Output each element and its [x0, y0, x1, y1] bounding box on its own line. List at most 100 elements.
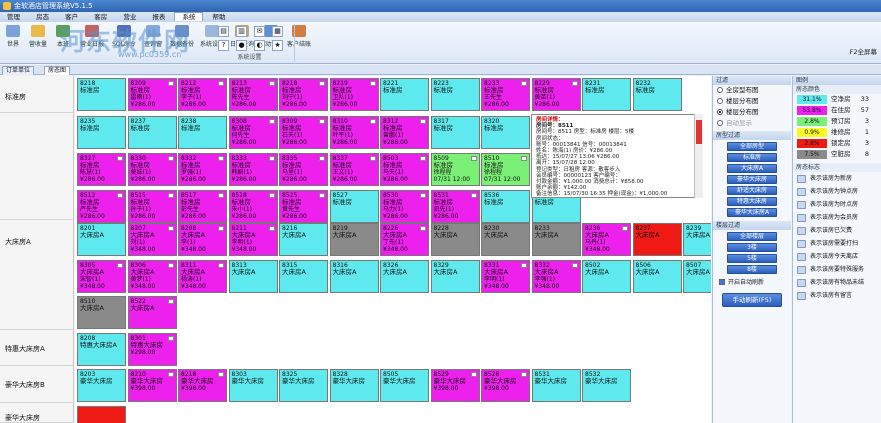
room-tile[interactable]: 8512 标准房 严先生 ¥286.00 — [77, 190, 126, 223]
room-tile[interactable]: 8233 标准房 王先生 ¥286.00 — [481, 78, 530, 111]
menu-item[interactable]: 管理 — [0, 12, 27, 22]
room-tile[interactable]: 8301 特惠大床房 ¥298.00 — [127, 333, 177, 366]
room-tile[interactable]: 8333 标准房 韩剧(1) ¥286.00 — [228, 153, 278, 186]
menu-item[interactable]: 营业 — [116, 12, 143, 22]
room-tile[interactable]: 8221 标准房 — [380, 78, 429, 111]
room-tile[interactable]: 8525 标准房 黄先生 ¥286.00 — [279, 190, 328, 223]
room-tile[interactable]: 8233 大床房A — [531, 223, 581, 256]
room-tile[interactable]: 8316 大床房A — [329, 260, 379, 293]
room-tile[interactable]: 8218 豪华大床房 ¥398.00 — [178, 369, 227, 402]
view-option-radio[interactable]: 全房型布图 — [713, 85, 791, 96]
room-tile[interactable]: 8230 大床房A — [481, 223, 530, 256]
floor-filter-button[interactable]: 全部楼层 — [727, 232, 777, 241]
scrollbar-thumb[interactable] — [696, 120, 702, 144]
room-tile[interactable]: 8509 标准房 徐程程 07/31 12:00 — [430, 153, 480, 186]
ribbon-button[interactable]: 营收量 — [27, 25, 49, 51]
room-tile[interactable]: 8201 大床房A — [77, 223, 126, 256]
room-tile[interactable]: 8325 豪华大床房 — [279, 369, 328, 402]
room-tile[interactable]: 8210 豪华大床房 ¥398.00 — [127, 369, 177, 402]
room-tile[interactable]: 8320 标准房 — [481, 116, 530, 149]
room-tile[interactable]: 8510 标准房 徐程程 07/31 12:00 — [481, 153, 530, 186]
tab-room-map[interactable]: 房态图 — [44, 66, 71, 75]
floor-filter-button[interactable]: 5楼 — [727, 254, 777, 263]
room-tile[interactable]: 8218 标准房 刘宁(1) ¥286.00 — [279, 78, 328, 111]
room-tile[interactable]: 8328 豪华大床房 — [329, 369, 379, 402]
room-tile[interactable]: 8502 大床房A — [582, 260, 631, 293]
room-tile[interactable]: 8237 大床房A — [632, 223, 682, 256]
room-type-filter-button[interactable]: 舒适大床房 — [727, 186, 777, 195]
menu-item[interactable]: 房态 — [29, 12, 56, 22]
room-tile[interactable]: 8213 标准房 陈先生 ¥286.00 — [228, 78, 278, 111]
room-tile[interactable]: 8330 标准房 莫妹(1) ¥286.00 — [127, 153, 177, 186]
manual-refresh-button[interactable]: 手动刷新(F5) — [722, 293, 782, 307]
room-tile[interactable]: 8531 豪华大床房 — [531, 369, 581, 402]
room-tile[interactable]: 8310 标准房 叶平(1) ¥286.00 — [329, 116, 379, 149]
room-tile[interactable]: 8317 标准房 — [430, 116, 480, 149]
room-tile[interactable]: 8332 大床房A 李强(1) ¥348.00 — [531, 260, 581, 293]
room-tile[interactable]: 8236 大床房A 马丹(1) ¥348.00 — [582, 223, 631, 256]
menu-item[interactable]: 客房 — [87, 12, 114, 22]
room-tile[interactable]: 8335 标准房 马里(1) ¥286.00 — [279, 153, 328, 186]
room-tile[interactable]: 8212 标准房 李子(1) ¥286.00 — [178, 78, 227, 111]
menu-item[interactable]: 客户 — [58, 12, 85, 22]
room-tile[interactable]: 8308 标准房 何先生 ¥286.00 — [228, 116, 278, 149]
room-tile[interactable]: 8207 大床房A 刘(1) ¥348.00 — [127, 223, 177, 256]
room-tile[interactable]: 8510 大床房A — [77, 296, 126, 329]
room-tile[interactable]: 8331 大床房A 李明(1) ¥348.00 — [481, 260, 530, 293]
room-tile[interactable]: 8208 大床房A 李(1) ¥348.00 — [178, 223, 227, 256]
room-tile[interactable]: 8309 标准房 石天(1) ¥286.00 — [279, 116, 328, 149]
room-tile[interactable]: 8209 标准房 雷雨(1) ¥286.00 — [127, 78, 177, 111]
room-tile[interactable]: 8219 大床房A — [329, 223, 379, 256]
room-tile[interactable]: 8232 标准房 — [632, 78, 682, 111]
room-tile[interactable]: 8527 标准房 — [329, 190, 379, 223]
room-tile[interactable]: 8303 豪华大床房 — [228, 369, 278, 402]
room-tile[interactable]: 8532 豪华大床房 — [582, 369, 631, 402]
room-type-filter-button[interactable]: 全部房型 — [727, 142, 777, 151]
room-tile[interactable]: 8216 大床房A — [279, 223, 328, 256]
room-tile[interactable]: 8506 大床房A — [632, 260, 682, 293]
view-option-radio[interactable]: 楼层分布图 — [713, 96, 791, 107]
room-tile[interactable]: 8211 大床房A 李明(1) ¥348.00 — [228, 223, 278, 256]
room-tile[interactable]: 8507 大床房A — [683, 260, 711, 293]
room-tile[interactable] — [77, 406, 126, 423]
popup-scrollbar[interactable] — [694, 114, 703, 198]
auto-refresh-checkbox[interactable]: 开启自动刷新 — [713, 274, 791, 289]
room-tile[interactable]: 8327 标准房 陈慧(1) ¥286.00 — [77, 153, 126, 186]
room-tile[interactable]: 8312 标准房 曾鹏(1) ¥286.00 — [380, 116, 429, 149]
room-type-filter-button[interactable]: 豪华大床房A — [727, 208, 777, 217]
room-tile[interactable]: 8522 大床房A — [127, 296, 177, 329]
room-type-filter-button[interactable]: 豪华大床房 — [727, 175, 777, 184]
room-tile[interactable]: 8237 标准房 — [127, 116, 177, 149]
room-tile[interactable]: 8313 大床房A — [228, 260, 278, 293]
room-tile[interactable]: 8203 豪华大床房 — [77, 369, 126, 402]
room-tile[interactable]: 8531 标准房 凯先(1) ¥286.00 — [430, 190, 480, 223]
room-tile[interactable]: 8536 标准房 — [481, 190, 530, 223]
room-tile[interactable]: 8332 标准房 罗强(1) ¥286.00 — [178, 153, 227, 186]
room-tile[interactable]: 8505 豪华大床房 — [380, 369, 429, 402]
room-type-filter-button[interactable]: 标准房 — [727, 153, 777, 162]
tab-order-unit[interactable]: 订单单位 — [2, 66, 35, 75]
room-tile[interactable]: 8229 标准房 黄苗(1) ¥286.00 — [531, 78, 581, 111]
room-tile[interactable]: 8218 标准房 — [77, 78, 126, 111]
room-tile[interactable]: 8530 标准房 马力(1) ¥286.00 — [380, 190, 429, 223]
room-tile[interactable]: 8329 大床房A — [430, 260, 480, 293]
room-tile[interactable]: 8235 标准房 — [77, 116, 126, 149]
room-tile[interactable]: 8239 大床房A — [683, 223, 711, 256]
room-tile[interactable]: 8306 大床房A 黄梦(1) ¥348.00 — [127, 260, 177, 293]
floor-filter-button[interactable]: 8楼 — [727, 265, 777, 274]
menu-item-active[interactable]: 系统 — [174, 12, 204, 21]
room-tile[interactable]: 8226 大床房A 丁先(1) ¥348.00 — [380, 223, 429, 256]
room-type-filter-button[interactable]: 大床房A — [727, 164, 777, 173]
room-tile[interactable]: 8228 大床房A — [430, 223, 480, 256]
room-tile[interactable]: 8223 标准房 — [430, 78, 480, 111]
room-type-filter-button[interactable]: 特惠大床房 — [727, 197, 777, 206]
room-tile[interactable]: 8305 大床房A 宋智(1) ¥348.00 — [77, 260, 126, 293]
floor-filter-button[interactable]: 3楼 — [727, 243, 777, 252]
room-tile[interactable]: 8529 豪华大床房 ¥398.00 — [430, 369, 480, 402]
room-tile[interactable]: 8315 大床房A — [279, 260, 328, 293]
room-tile[interactable]: 8515 标准房 孙子(1) ¥286.00 — [127, 190, 177, 223]
room-tile[interactable]: 8337 标准房 王文(1) ¥286.00 — [329, 153, 379, 186]
room-tile[interactable]: 8517 标准房 彭先生 ¥286.00 — [178, 190, 227, 223]
room-tile[interactable]: 8208 特惠大床房A — [77, 333, 126, 366]
room-tile[interactable]: 8231 标准房 — [582, 78, 631, 111]
